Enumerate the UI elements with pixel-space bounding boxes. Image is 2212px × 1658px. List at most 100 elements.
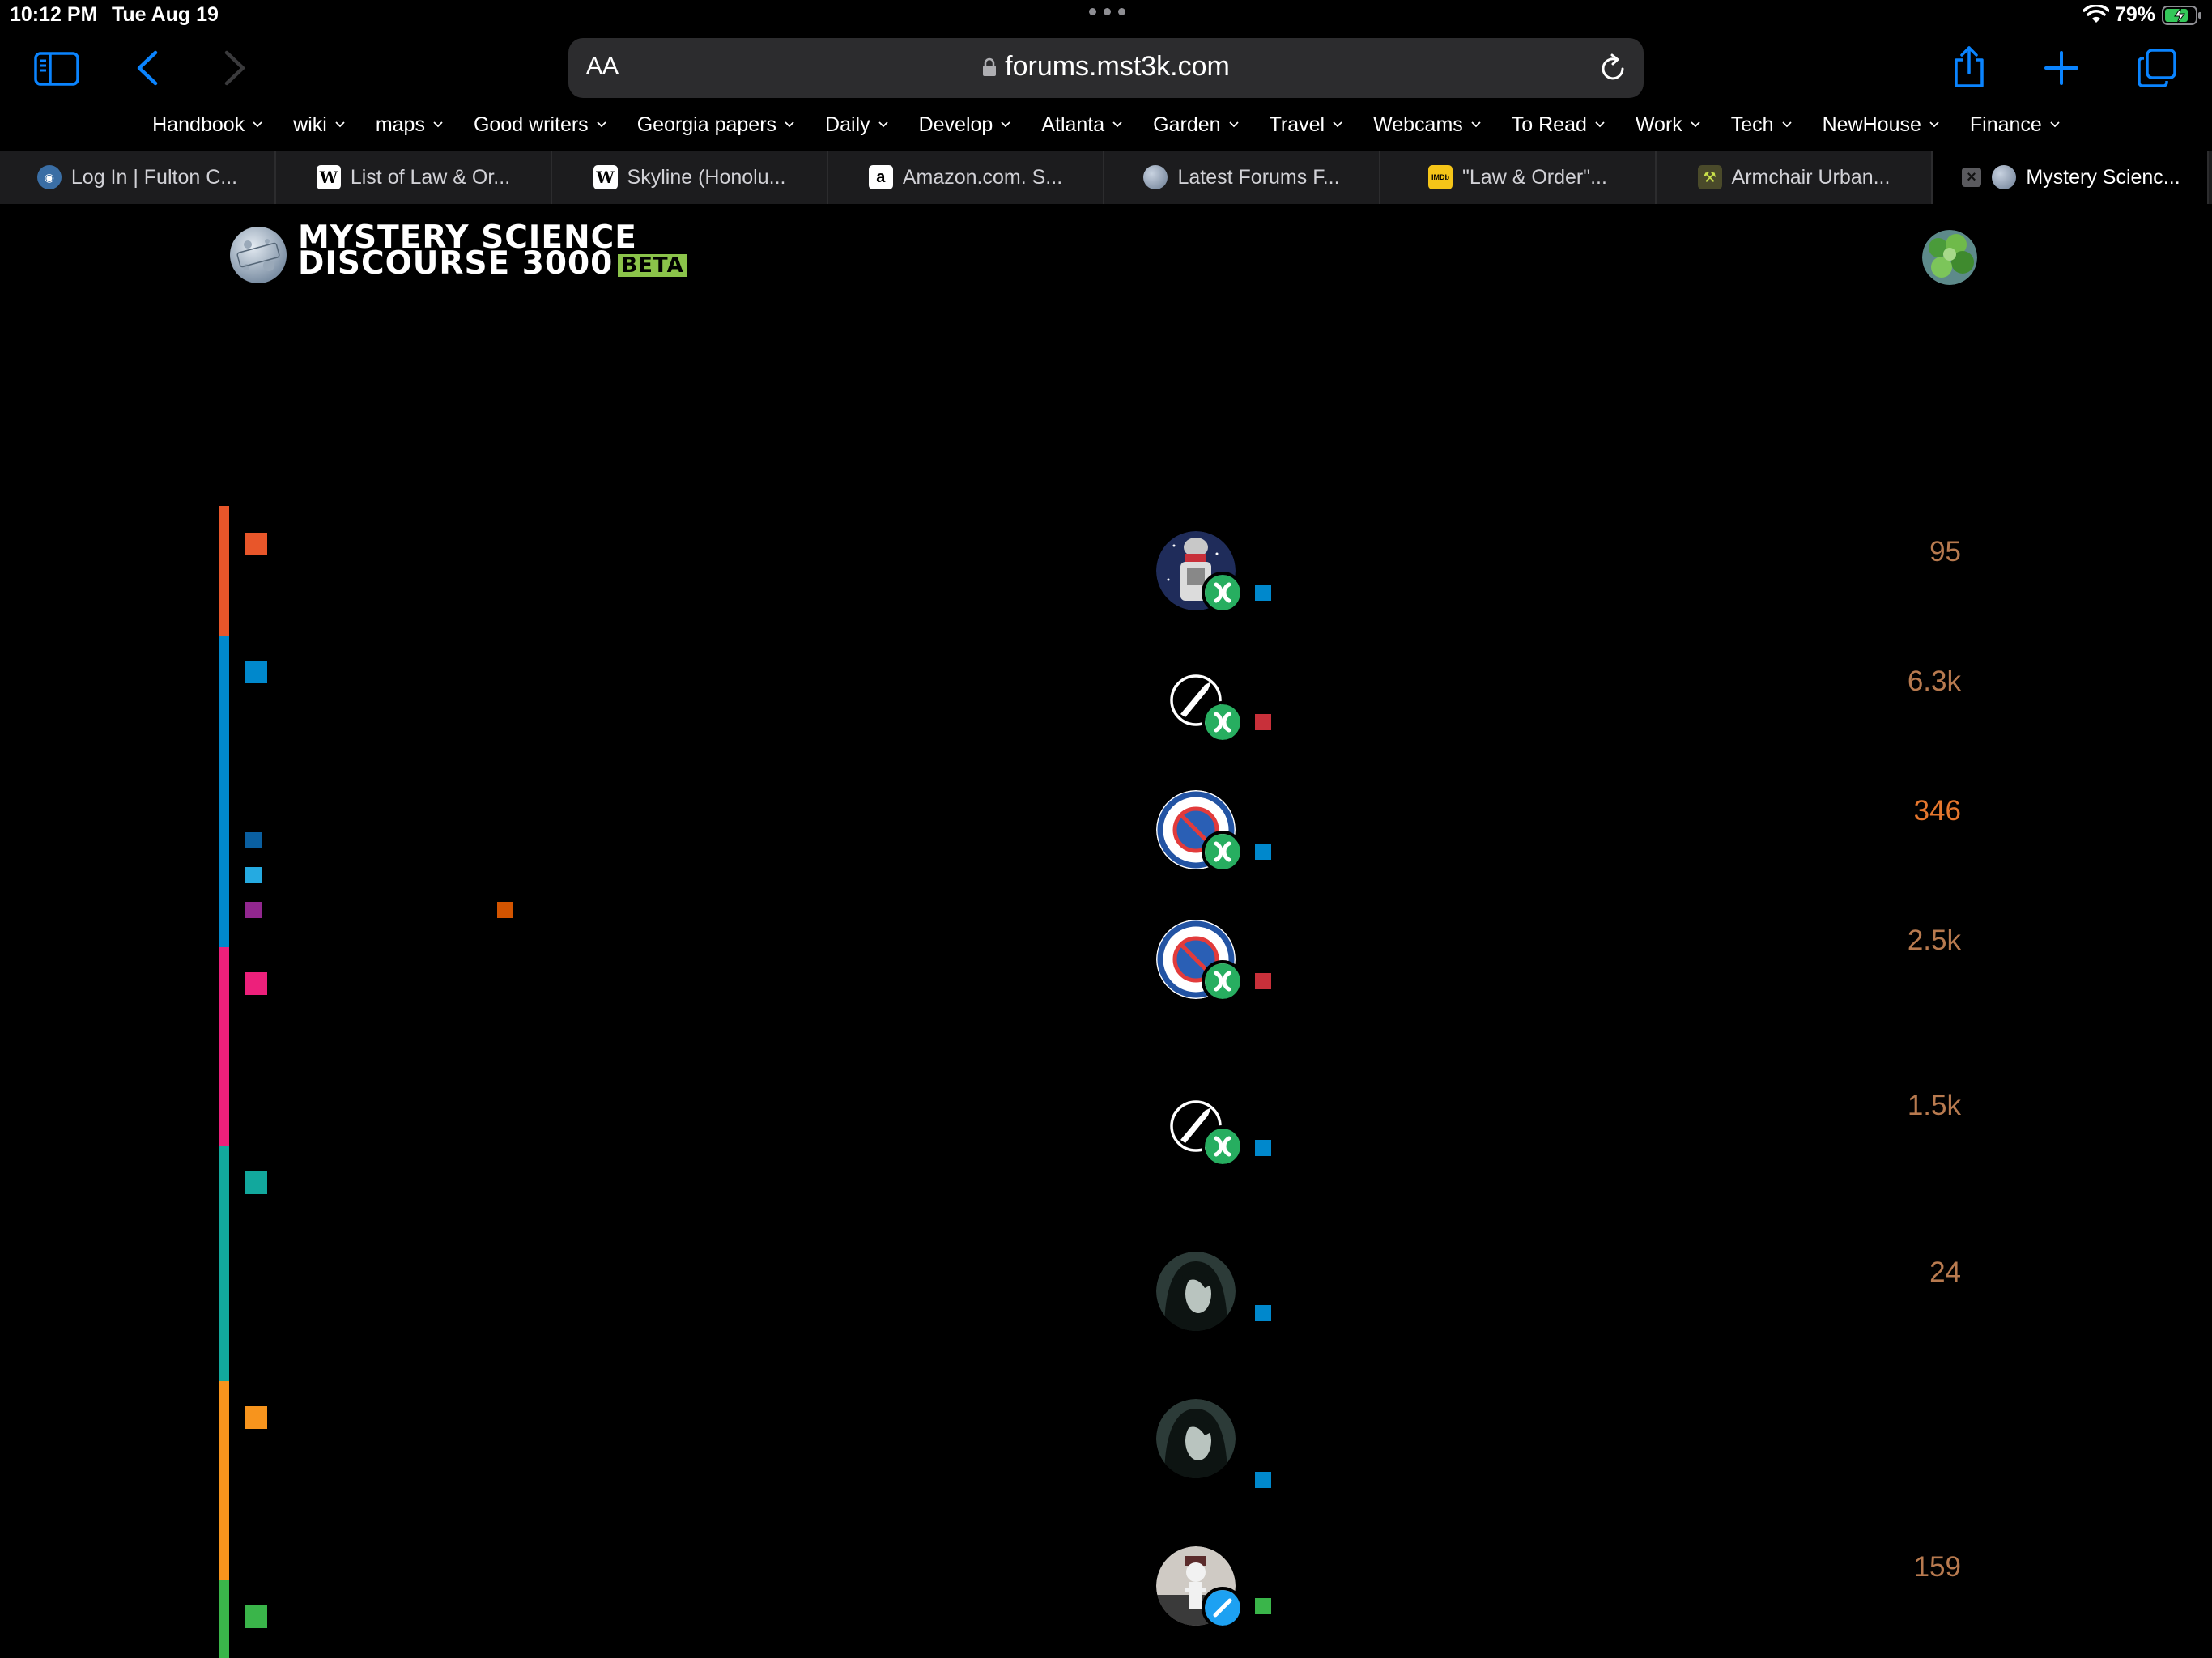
forward-icon[interactable] [222, 50, 248, 86]
bookmark-folder[interactable]: Georgia papers [622, 110, 810, 139]
globe-favicon-icon [1143, 165, 1168, 189]
category-color-bar [219, 506, 229, 636]
chevron-down-icon [597, 121, 606, 128]
bookmark-folder[interactable]: Garden [1138, 110, 1253, 139]
latest-category-square[interactable] [1255, 714, 1271, 730]
chevron-down-icon [253, 121, 262, 128]
bookmark-folder[interactable]: Develop [904, 110, 1027, 139]
category-badge[interactable] [245, 661, 267, 683]
crane-favicon-icon: ⚒ [1697, 165, 1722, 189]
category-badge[interactable] [245, 1406, 267, 1429]
lock-icon [983, 57, 997, 76]
user-avatar[interactable] [1156, 1252, 1236, 1331]
chevron-down-icon [433, 121, 443, 128]
new-tab-icon[interactable] [2044, 50, 2079, 86]
wifi-icon [2083, 5, 2109, 23]
bookmark-folder[interactable]: maps [360, 110, 458, 139]
topic-count[interactable]: 6.3k [1908, 665, 1961, 698]
globe-favicon-icon [1992, 165, 2017, 189]
multitasking-dots-icon[interactable] [1089, 8, 1125, 16]
chevron-down-icon [1333, 121, 1342, 128]
close-tab-icon[interactable]: × [1962, 168, 1981, 187]
user-avatar[interactable] [1156, 1399, 1236, 1478]
browser-tab[interactable]: ⚒ Armchair Urban... [1657, 151, 1933, 204]
chevron-down-icon [785, 121, 794, 128]
site-title-line2: DISCOURSE 3000 BETA [298, 248, 687, 279]
tab-strip: ◉ Log In | Fulton C... W List of Law & O… [0, 151, 2212, 204]
reload-icon[interactable] [1598, 53, 1627, 83]
bookmark-folder[interactable]: Finance [1955, 110, 2075, 139]
chevron-down-icon [1001, 121, 1010, 128]
tab-overview-icon[interactable] [2138, 49, 2176, 87]
bookmark-folder[interactable]: Atlanta [1026, 110, 1138, 139]
bookmark-folder[interactable]: Handbook [137, 110, 278, 139]
category-badge[interactable] [245, 972, 267, 995]
latest-category-square[interactable] [1255, 1598, 1271, 1614]
chevron-down-icon [1471, 121, 1481, 128]
topic-count[interactable]: 24 [1929, 1256, 1961, 1289]
bookmark-folder[interactable]: Daily [810, 110, 904, 139]
category-color-bar [219, 1580, 229, 1658]
bookmark-folder[interactable]: To Read [1496, 110, 1620, 139]
subcategory-badge[interactable] [497, 902, 513, 918]
status-time: 10:12 PM [10, 3, 98, 26]
browser-tab[interactable]: Latest Forums F... [1104, 151, 1380, 204]
browser-tab[interactable]: a Amazon.com. S... [828, 151, 1104, 204]
topic-count[interactable]: 95 [1929, 536, 1961, 568]
latest-category-square[interactable] [1255, 1472, 1271, 1488]
subcategory-badge[interactable] [245, 867, 262, 883]
bookmark-folder[interactable]: NewHouse [1807, 110, 1955, 139]
chevron-down-icon [1228, 121, 1239, 128]
share-icon[interactable] [1951, 45, 1987, 89]
bookmarks-bar: Handbook wiki maps Good writers Georgia … [0, 110, 2212, 139]
bookmark-folder[interactable]: wiki [278, 110, 360, 139]
bookmark-folder[interactable]: Webcams [1358, 110, 1496, 139]
url-display[interactable]: forums.mst3k.com [568, 51, 1644, 83]
category-color-bar [219, 636, 229, 947]
status-date: Tue Aug 19 [112, 3, 219, 26]
chevron-down-icon [2050, 121, 2060, 128]
category-badge[interactable] [245, 533, 267, 555]
site-logo-icon[interactable] [228, 223, 288, 287]
chevron-down-icon [335, 121, 345, 128]
chevron-down-icon [878, 121, 888, 128]
browser-tab[interactable]: ◉ Log In | Fulton C... [0, 151, 276, 204]
latest-category-square[interactable] [1255, 973, 1271, 989]
category-color-bar [219, 947, 229, 1146]
sidebar-toggle-icon[interactable] [34, 52, 79, 86]
topic-count[interactable]: 346 [1914, 795, 1961, 827]
topic-count[interactable]: 1.5k [1908, 1090, 1961, 1122]
bookmark-folder[interactable]: Work [1620, 110, 1716, 139]
latest-category-square[interactable] [1255, 1140, 1271, 1156]
browser-tab[interactable]: IMDb "Law & Order"... [1380, 151, 1657, 204]
subcategory-badge[interactable] [245, 832, 262, 848]
battery-percent: 79% [2115, 3, 2156, 26]
category-badge[interactable] [245, 1605, 267, 1628]
latest-category-square[interactable] [1255, 1305, 1271, 1321]
group-flair-icon [1202, 572, 1244, 614]
subcategory-badge[interactable] [245, 902, 262, 918]
latest-category-square[interactable] [1255, 585, 1271, 601]
status-bar: 10:12 PM Tue Aug 19 79% [0, 0, 2212, 32]
seal-favicon-icon: ◉ [36, 165, 62, 189]
browser-tab-active[interactable]: × Mystery Scienc... [1933, 151, 2209, 204]
category-color-bar [219, 1381, 229, 1580]
chevron-down-icon [1781, 121, 1792, 128]
moderator-flair-icon [1202, 1587, 1244, 1629]
topic-count[interactable]: 159 [1914, 1551, 1961, 1584]
browser-tab[interactable]: W List of Law & Or... [276, 151, 552, 204]
topic-count[interactable]: 2.5k [1908, 925, 1961, 957]
back-icon[interactable] [134, 50, 160, 86]
site-title[interactable]: MYSTERY SCIENCE DISCOURSE 3000 BETA [298, 222, 687, 279]
bookmark-folder[interactable]: Tech [1716, 110, 1807, 139]
browser-tab[interactable]: W Skyline (Honolu... [552, 151, 828, 204]
bookmark-folder[interactable]: Good writers [458, 110, 622, 139]
category-badge[interactable] [245, 1171, 267, 1194]
bookmark-folder[interactable]: Travel [1254, 110, 1359, 139]
current-user-avatar[interactable] [1922, 230, 1977, 285]
imdb-favicon-icon: IMDb [1428, 165, 1453, 189]
chevron-down-icon [1691, 121, 1700, 128]
battery-charging-icon [2162, 6, 2201, 25]
latest-category-square[interactable] [1255, 844, 1271, 860]
address-bar[interactable]: AA forums.mst3k.com [568, 38, 1644, 98]
